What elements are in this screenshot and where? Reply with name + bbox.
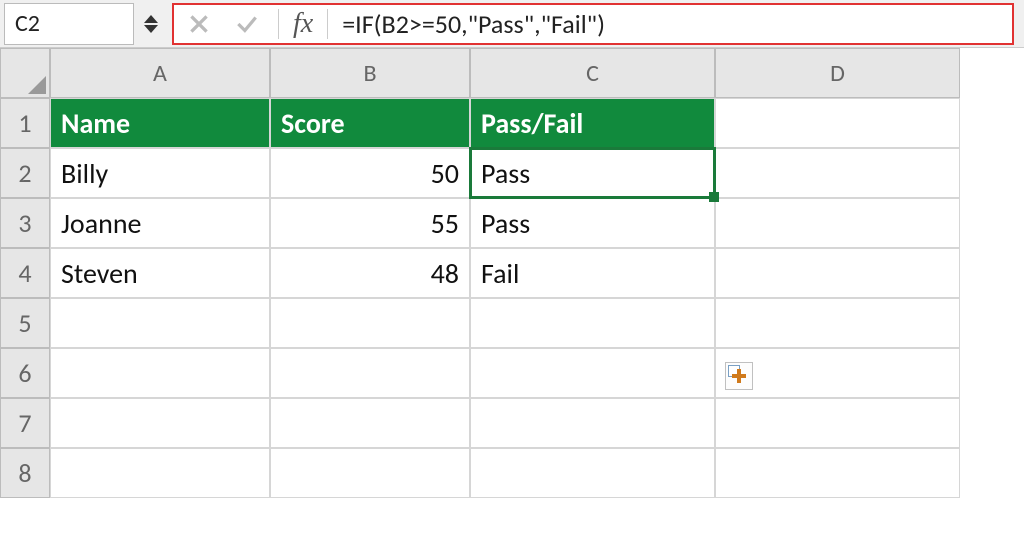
cell-C2[interactable]: Pass xyxy=(470,148,715,198)
autofill-options-button[interactable] xyxy=(725,362,753,390)
cell-B4[interactable]: 48 xyxy=(270,248,470,298)
cell-C8[interactable] xyxy=(470,448,715,498)
cell-A8[interactable] xyxy=(50,448,270,498)
cell-D5[interactable] xyxy=(715,298,960,348)
cell-C6[interactable] xyxy=(470,348,715,398)
cell-A1[interactable]: Name xyxy=(50,98,270,148)
cell-A4[interactable]: Steven xyxy=(50,248,270,298)
name-box[interactable]: C2 xyxy=(4,3,134,45)
fx-icon[interactable]: fx xyxy=(293,8,313,40)
cell-B6[interactable] xyxy=(270,348,470,398)
cell-C4[interactable]: Fail xyxy=(470,248,715,298)
row-header-2[interactable]: 2 xyxy=(0,148,50,198)
formula-bar: C2 fx =IF(B2>=50,"Pass","Fail") xyxy=(0,0,1024,48)
cell-C5[interactable] xyxy=(470,298,715,348)
cell-C7[interactable] xyxy=(470,398,715,448)
col-header-D[interactable]: D xyxy=(715,48,960,98)
cancel-icon[interactable] xyxy=(182,7,216,41)
cell-D7[interactable] xyxy=(715,398,960,448)
formula-input-area[interactable]: fx =IF(B2>=50,"Pass","Fail") xyxy=(172,3,1014,45)
spreadsheet-grid[interactable]: A B C D 1 Name Score Pass/Fail 2 Billy 5… xyxy=(0,48,1024,498)
cell-D2[interactable] xyxy=(715,148,960,198)
name-box-stepper[interactable] xyxy=(134,3,168,45)
cell-A5[interactable] xyxy=(50,298,270,348)
divider xyxy=(278,9,279,39)
cell-D8[interactable] xyxy=(715,448,960,498)
cell-A2[interactable]: Billy xyxy=(50,148,270,198)
plus-icon xyxy=(732,369,746,383)
chevron-up-icon xyxy=(144,15,158,23)
row-header-1[interactable]: 1 xyxy=(0,98,50,148)
cell-B7[interactable] xyxy=(270,398,470,448)
cell-B8[interactable] xyxy=(270,448,470,498)
formula-text[interactable]: =IF(B2>=50,"Pass","Fail") xyxy=(342,8,605,40)
confirm-icon[interactable] xyxy=(230,7,264,41)
name-box-value: C2 xyxy=(15,9,40,38)
cell-C3[interactable]: Pass xyxy=(470,198,715,248)
cell-A6[interactable] xyxy=(50,348,270,398)
divider xyxy=(327,9,328,39)
cell-D1[interactable] xyxy=(715,98,960,148)
chevron-down-icon xyxy=(144,25,158,33)
cell-A7[interactable] xyxy=(50,398,270,448)
row-header-3[interactable]: 3 xyxy=(0,198,50,248)
col-header-C[interactable]: C xyxy=(470,48,715,98)
col-header-B[interactable]: B xyxy=(270,48,470,98)
col-header-A[interactable]: A xyxy=(50,48,270,98)
row-header-4[interactable]: 4 xyxy=(0,248,50,298)
cell-B5[interactable] xyxy=(270,298,470,348)
cell-C1[interactable]: Pass/Fail xyxy=(470,98,715,148)
row-header-7[interactable]: 7 xyxy=(0,398,50,448)
row-header-6[interactable]: 6 xyxy=(0,348,50,398)
row-header-8[interactable]: 8 xyxy=(0,448,50,498)
row-header-5[interactable]: 5 xyxy=(0,298,50,348)
cell-A3[interactable]: Joanne xyxy=(50,198,270,248)
cell-B2[interactable]: 50 xyxy=(270,148,470,198)
cell-D4[interactable] xyxy=(715,248,960,298)
cell-D3[interactable] xyxy=(715,198,960,248)
cell-B1[interactable]: Score xyxy=(270,98,470,148)
select-all-corner[interactable] xyxy=(0,48,50,98)
cell-B3[interactable]: 55 xyxy=(270,198,470,248)
